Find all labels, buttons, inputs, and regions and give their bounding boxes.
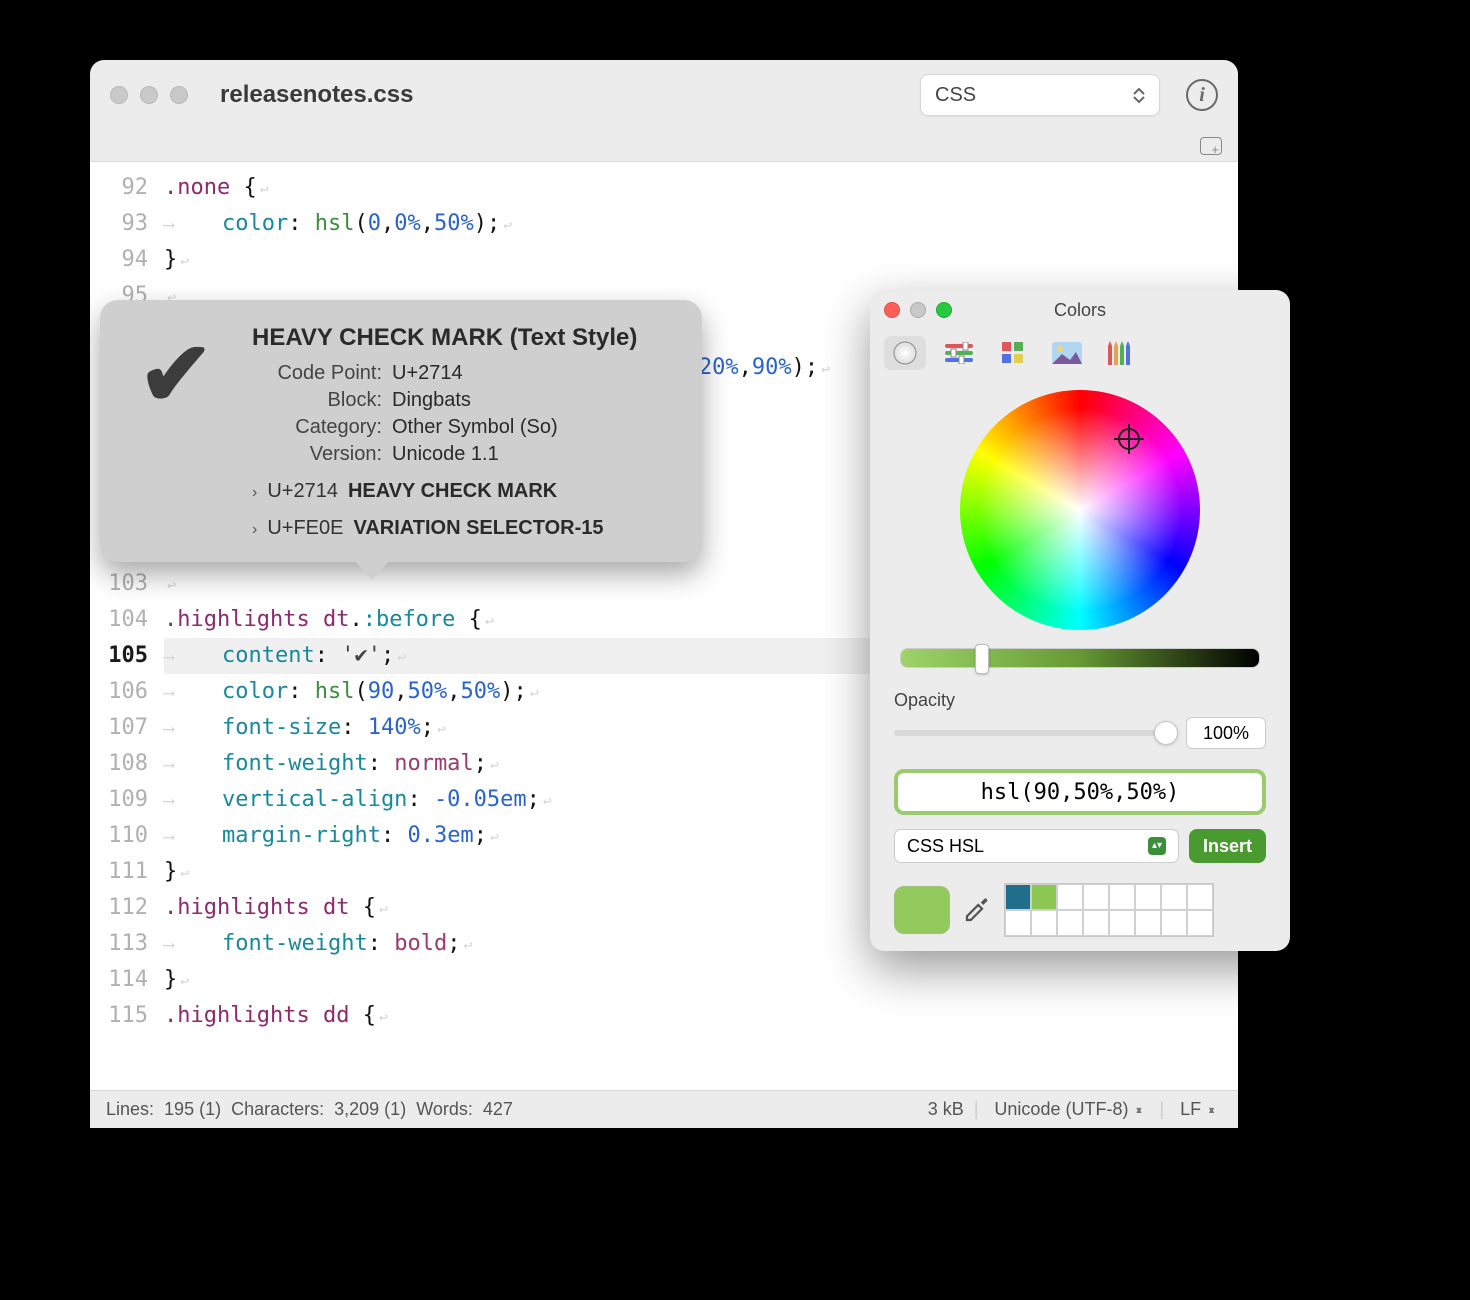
document-title: releasenotes.css: [220, 81, 910, 109]
character-info-popover: ✔ HEAVY CHECK MARK (Text Style) Code Poi…: [100, 300, 702, 562]
tooltip-row-key: Version:: [252, 443, 382, 466]
close-button[interactable]: [884, 302, 900, 318]
code-line[interactable]: ⟶color: hsl(0,0%,50%);↩: [164, 206, 1238, 242]
swatch-cell[interactable]: [1109, 910, 1135, 936]
add-tab-icon[interactable]: [1200, 137, 1222, 155]
swatch-cell[interactable]: [1031, 884, 1057, 910]
minimize-button[interactable]: [140, 86, 158, 104]
tooltip-row-key: Category:: [252, 416, 382, 439]
related-codepoint[interactable]: ›U+FE0E VARIATION SELECTOR-15: [252, 517, 676, 540]
swatch-cell[interactable]: [1057, 884, 1083, 910]
tooltip-row-value: Other Symbol (So): [392, 416, 558, 439]
swatch-cell[interactable]: [1161, 884, 1187, 910]
swatch-cell[interactable]: [1135, 884, 1161, 910]
color-wheel[interactable]: [960, 390, 1200, 630]
related-codepoint[interactable]: ›U+2714 HEAVY CHECK MARK: [252, 480, 676, 503]
tooltip-row-value: Dingbats: [392, 389, 471, 412]
status-filesize: 3 kB: [928, 1099, 964, 1120]
colors-titlebar: Colors: [870, 290, 1290, 330]
encoding-selector[interactable]: Unicode (UTF-8) ▲▼: [988, 1099, 1149, 1120]
code-line[interactable]: .highlights dd {↩: [164, 998, 1238, 1034]
swatch-cell[interactable]: [1135, 910, 1161, 936]
swatch-cell[interactable]: [1031, 910, 1057, 936]
code-line[interactable]: }↩: [164, 242, 1238, 278]
chevron-updown-icon: [1133, 87, 1145, 104]
swatch-cell[interactable]: [1005, 884, 1031, 910]
editor-window: releasenotes.css CSS i 92939495969798991…: [90, 60, 1238, 1128]
swatch-cell[interactable]: [1005, 910, 1031, 936]
titlebar: releasenotes.css CSS i: [90, 60, 1238, 130]
info-icon[interactable]: i: [1186, 79, 1218, 111]
zoom-button[interactable]: [936, 302, 952, 318]
tooltip-row-key: Block:: [252, 389, 382, 412]
status-words-label: Words:: [416, 1099, 473, 1120]
color-pencils-tab[interactable]: [1100, 336, 1142, 370]
opacity-label: Opacity: [894, 690, 1266, 711]
chevron-updown-icon: ▴▾: [1148, 837, 1166, 855]
insert-button[interactable]: Insert: [1189, 829, 1266, 863]
status-words-value: 427: [483, 1099, 513, 1120]
swatch-cell[interactable]: [1187, 884, 1213, 910]
status-chars-label: Characters:: [231, 1099, 324, 1120]
swatch-cell[interactable]: [1109, 884, 1135, 910]
color-image-tab[interactable]: [1046, 336, 1088, 370]
swatch-cell[interactable]: [1057, 910, 1083, 936]
code-line[interactable]: .none {↩: [164, 170, 1238, 206]
color-wheel-tab[interactable]: [884, 336, 926, 370]
glyph-title: HEAVY CHECK MARK (Text Style): [252, 324, 676, 352]
chevron-right-icon: ›: [252, 484, 257, 502]
close-button[interactable]: [110, 86, 128, 104]
tooltip-row-key: Code Point:: [252, 362, 382, 385]
code-line[interactable]: }↩: [164, 962, 1238, 998]
color-format-selector[interactable]: CSS HSL ▴▾: [894, 829, 1179, 863]
opacity-slider[interactable]: [894, 730, 1174, 736]
status-chars-value: 3,209 (1): [334, 1099, 406, 1120]
swatch-cell[interactable]: [1083, 910, 1109, 936]
swatch-cell[interactable]: [1161, 910, 1187, 936]
line-ending-selector[interactable]: LF ▲▼: [1174, 1099, 1222, 1120]
zoom-button[interactable]: [170, 86, 188, 104]
status-lines-label: Lines:: [106, 1099, 154, 1120]
minimize-button[interactable]: [910, 302, 926, 318]
colors-panel: Colors: [870, 290, 1290, 951]
glyph-preview: ✔: [126, 324, 226, 540]
traffic-lights: [110, 86, 188, 104]
tooltip-row-value: U+2714: [392, 362, 463, 385]
syntax-selector[interactable]: CSS: [920, 74, 1160, 116]
tooltip-row-value: Unicode 1.1: [392, 443, 499, 466]
status-lines-value: 195 (1): [164, 1099, 221, 1120]
opacity-slider-knob[interactable]: [1154, 721, 1178, 745]
swatch-grid[interactable]: [1004, 883, 1214, 937]
syntax-selector-value: CSS: [935, 84, 976, 107]
color-sliders-tab[interactable]: [938, 336, 980, 370]
eyedropper-icon[interactable]: [962, 895, 992, 925]
opacity-value-field[interactable]: 100%: [1186, 717, 1266, 749]
chevron-right-icon: ›: [252, 521, 257, 539]
swatch-cell[interactable]: [1187, 910, 1213, 936]
color-mode-tabs: [870, 330, 1290, 380]
color-wheel-cursor[interactable]: [1118, 428, 1140, 450]
status-bar: Lines: 195 (1) Characters: 3,209 (1) Wor…: [90, 1090, 1238, 1128]
color-value-input[interactable]: [894, 769, 1266, 815]
current-color-swatch[interactable]: [894, 886, 950, 934]
tab-strip: [90, 130, 1238, 162]
brightness-slider-knob[interactable]: [975, 644, 989, 674]
swatch-cell[interactable]: [1083, 884, 1109, 910]
color-palettes-tab[interactable]: [992, 336, 1034, 370]
brightness-slider[interactable]: [900, 648, 1260, 668]
